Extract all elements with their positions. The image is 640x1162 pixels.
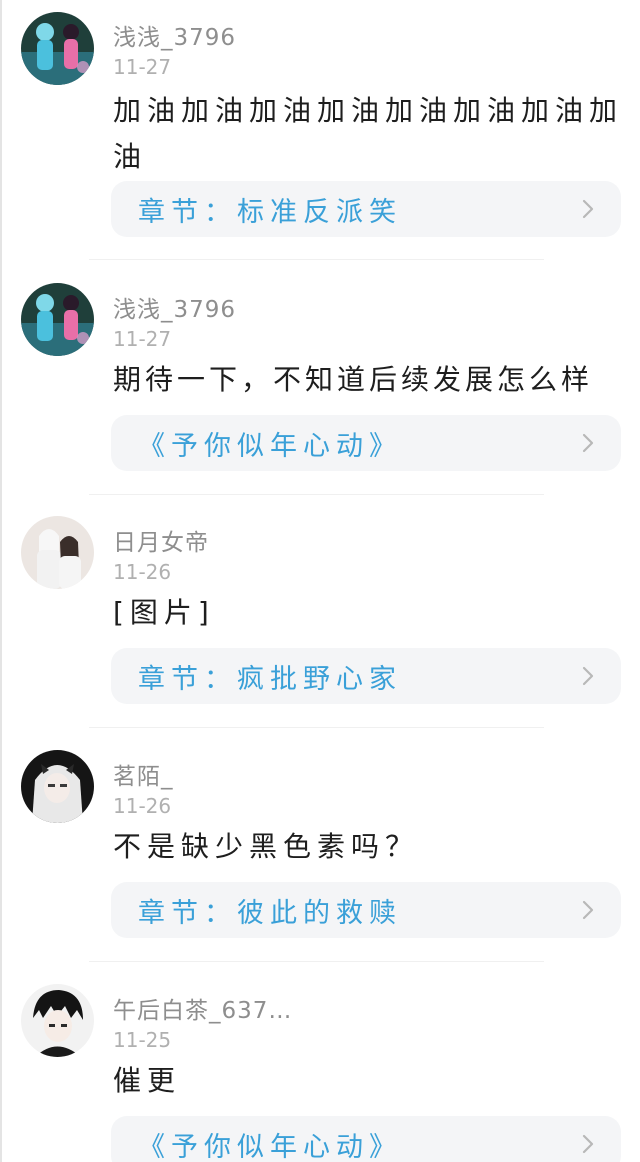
comment-item: 午后白茶_637… 11-25 催更 《予你似年心动》	[0, 974, 640, 1162]
chevron-right-icon	[582, 666, 594, 686]
comment-date: 11-26	[113, 794, 172, 818]
user-avatar[interactable]	[21, 516, 94, 589]
user-avatar[interactable]	[21, 283, 94, 356]
comment-date: 11-26	[113, 560, 172, 584]
chevron-right-icon	[582, 433, 594, 453]
comment-date: 11-27	[113, 55, 172, 79]
chapter-label: 《予你似年心动》	[138, 1131, 402, 1162]
comment-item: 茗陌_ 11-26 不是缺少黑色素吗？ 章节：彼此的救赎	[0, 740, 640, 962]
chapter-label: 章节：标准反派笑	[138, 196, 402, 228]
username[interactable]: 日月女帝	[113, 523, 209, 557]
chevron-right-icon	[582, 900, 594, 920]
comment-text: 不是缺少黑色素吗？	[113, 830, 420, 863]
chapter-link-card[interactable]: 章节：疯批野心家	[111, 648, 621, 704]
divider	[89, 259, 544, 260]
chapter-label: 章节：疯批野心家	[138, 663, 402, 695]
comment-text: 催更	[113, 1064, 182, 1097]
comment-text: 加油加油加油加油加油加油加油加油	[113, 94, 624, 173]
username[interactable]: 浅浅_3796	[113, 290, 236, 324]
chapter-label: 《予你似年心动》	[138, 430, 402, 462]
comment-item: 浅浅_3796 11-27 期待一下，不知道后续发展怎么样 《予你似年心动》	[0, 273, 640, 495]
user-avatar[interactable]	[21, 984, 94, 1057]
divider	[89, 961, 544, 962]
chapter-link-card[interactable]: 《予你似年心动》	[111, 1116, 621, 1162]
comment-text: 期待一下，不知道后续发展怎么样	[113, 363, 594, 396]
username[interactable]: 茗陌_	[113, 757, 174, 791]
comment-item: 浅浅_3796 11-27 加油加油加油加油加油加油加油加油 章节：标准反派笑	[0, 0, 640, 260]
chevron-right-icon	[582, 199, 594, 219]
divider	[89, 494, 544, 495]
username[interactable]: 浅浅_3796	[113, 18, 236, 52]
chapter-label: 章节：彼此的救赎	[138, 897, 402, 929]
divider	[89, 727, 544, 728]
chapter-link-card[interactable]: 章节：彼此的救赎	[111, 882, 621, 938]
chevron-right-icon	[582, 1134, 594, 1154]
chapter-link-card[interactable]: 《予你似年心动》	[111, 415, 621, 471]
chapter-link-card[interactable]: 章节：标准反派笑	[111, 181, 621, 237]
comment-date: 11-27	[113, 327, 172, 351]
comment-date: 11-25	[113, 1028, 172, 1052]
username[interactable]: 午后白茶_637…	[113, 991, 292, 1025]
comment-text: [图片]	[113, 596, 215, 629]
comment-item: 日月女帝 11-26 [图片] 章节：疯批野心家	[0, 506, 640, 728]
user-avatar[interactable]	[21, 12, 94, 85]
user-avatar[interactable]	[21, 750, 94, 823]
